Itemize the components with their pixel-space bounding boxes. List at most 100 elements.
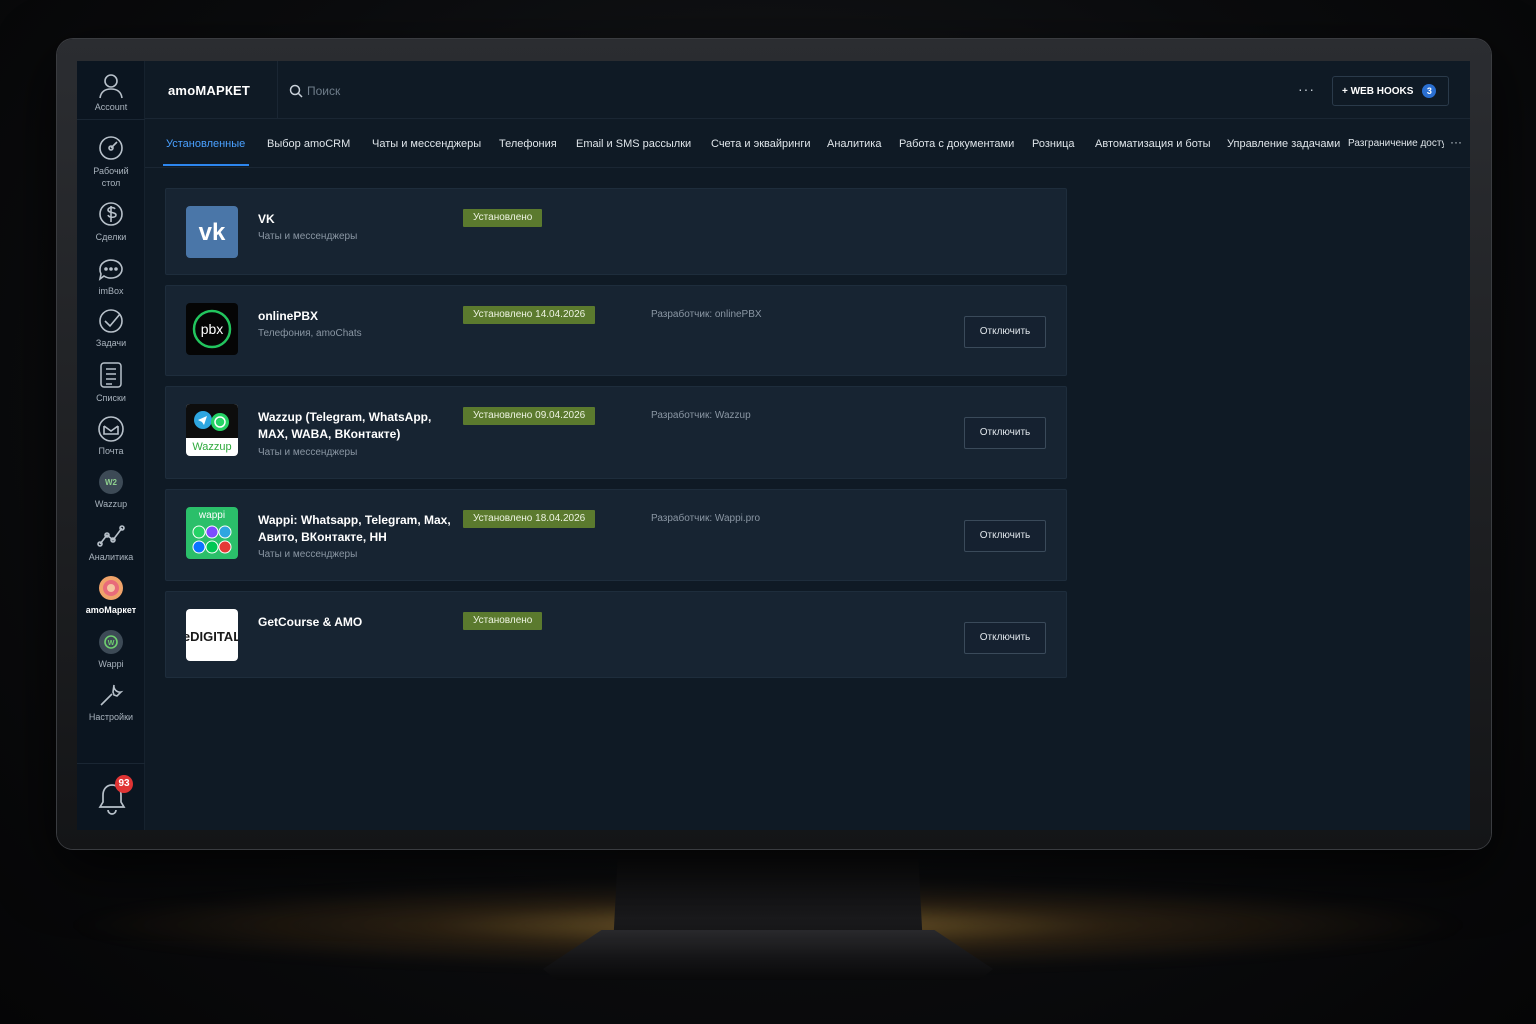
sidebar-divider (77, 119, 145, 120)
integration-category: Чаты и мессенджеры (258, 549, 358, 560)
active-tab-indicator (163, 164, 249, 166)
integration-card[interactable]: Wazzup Wazzup (Telegram, WhatsApp, MAX, … (165, 386, 1067, 479)
sidebar-item-label: Сделки (95, 232, 127, 242)
wazzup-logo-text: Wazzup (192, 441, 231, 453)
sidebar-item-lists[interactable]: Списки (77, 360, 145, 403)
edigital-logo: eDIGITAL (186, 609, 238, 661)
sidebar-account[interactable]: Account (77, 71, 145, 112)
wazzup-icon: W2 (99, 470, 123, 494)
sidebar-item-label: Списки (96, 393, 126, 403)
installed-status-badge: Установлено (463, 612, 543, 630)
sidebar-item-label: amoМаркет (85, 605, 137, 615)
installed-status-badge: Установлено 18.04.2026 (463, 510, 596, 528)
tab-email-sms[interactable]: Email и SMS рассылки (576, 138, 691, 150)
tab-retail[interactable]: Розница (1032, 138, 1075, 150)
integration-card[interactable]: vk VK Чаты и мессенджеры Установлено (165, 188, 1067, 275)
sidebar-item-mail[interactable]: Почта (77, 415, 145, 456)
sidebar-item-wazzup[interactable]: W2 Wazzup (77, 468, 145, 509)
developer-text: Разработчик: onlinePBX (651, 309, 762, 320)
web-hooks-button[interactable]: + WEB HOOKS 3 (1332, 76, 1449, 106)
disable-button[interactable]: Отключить (964, 417, 1046, 449)
tab-amocrm-choice[interactable]: Выбор amoCRM (267, 138, 350, 150)
disable-button[interactable]: Отключить (964, 622, 1046, 654)
integration-name: GetCourse & AMO (258, 615, 363, 629)
sidebar-item-deals[interactable]: Сделки (77, 199, 145, 242)
mail-icon (98, 416, 124, 442)
category-tabs: Установленные Выбор amoCRM Чаты и мессен… (145, 119, 1470, 168)
tab-task-management[interactable]: Управление задачами (1227, 138, 1340, 150)
integration-category: Чаты и мессенджеры (258, 447, 358, 458)
sidebar-item-amomarket[interactable]: amoМаркет (77, 574, 145, 615)
page-title: amoМАРКЕТ (168, 83, 250, 98)
integration-card[interactable]: eDIGITAL GetCourse & AMO Установлено Отк… (165, 591, 1067, 678)
account-user-icon (99, 74, 123, 99)
integration-name: Wappi: Whatsapp, Telegram, Max, Авито, В… (258, 513, 451, 544)
tab-automation-bots[interactable]: Автоматизация и боты (1095, 138, 1211, 150)
wappi-icon: W (99, 630, 123, 654)
disable-button[interactable]: Отключить (964, 520, 1046, 552)
sidebar-item-label: Почта (98, 446, 124, 456)
chat-bubble-icon (98, 259, 123, 281)
tab-chats-messengers[interactable]: Чаты и мессенджеры (372, 138, 481, 150)
wappi-logo: wappi (186, 507, 238, 559)
integration-name: VK (258, 212, 275, 226)
wappi-logo-text: wappi (198, 510, 225, 521)
tab-access-control[interactable]: Разграничение доступа (1348, 138, 1444, 149)
notifications-count-badge: 93 (115, 775, 133, 793)
sidebar-account-label: Account (94, 102, 128, 112)
tabs-more-button[interactable]: ··· (1450, 135, 1462, 149)
deals-dollar-icon (99, 202, 123, 226)
sidebar-item-label: Аналитика (88, 552, 134, 562)
installed-status-badge: Установлено 09.04.2026 (463, 407, 596, 425)
sidebar-item-label: Настройки (88, 712, 134, 722)
onlinepbx-logo-text: pbx (201, 321, 224, 337)
sidebar-item-label: Wappi (98, 659, 124, 669)
sidebar-item-analytics[interactable]: Аналитика (77, 521, 145, 562)
sidebar-divider (77, 763, 145, 764)
integration-name: Wazzup (Telegram, WhatsApp, MAX, WABA, В… (258, 410, 432, 441)
sidebar-item-label: Wazzup (94, 499, 128, 509)
tab-telephony[interactable]: Телефония (499, 138, 557, 150)
sidebar-item-dashboard[interactable]: Рабочий стол (77, 134, 145, 189)
integration-name: onlinePBX (258, 309, 319, 323)
sidebar-item-tasks[interactable]: Задачи (77, 307, 145, 348)
dashboard-gauge-icon (99, 136, 123, 160)
onlinepbx-logo: pbx (186, 303, 238, 355)
sidebar: Account Рабочий стол Сделки imBox Задачи… (77, 61, 145, 830)
installed-status-badge: Установлено 14.04.2026 (463, 306, 596, 324)
svg-text:W: W (108, 640, 115, 647)
lists-icon (100, 362, 122, 388)
integration-category: Телефония, amoChats (258, 328, 362, 339)
tab-analytics[interactable]: Аналитика (827, 138, 881, 150)
tasks-check-icon (99, 309, 123, 333)
more-options-button[interactable]: ··· (1298, 81, 1315, 97)
tab-installed[interactable]: Установленные (166, 138, 245, 150)
sidebar-item-settings[interactable]: Настройки (77, 681, 145, 722)
svg-text:vk: vk (199, 219, 226, 246)
app-screen: Account Рабочий стол Сделки imBox Задачи… (77, 61, 1470, 830)
tab-invoices-acquiring[interactable]: Счета и эквайринги (711, 138, 811, 150)
sidebar-item-label: imBox (98, 286, 124, 296)
disable-button[interactable]: Отключить (964, 316, 1046, 348)
top-header: amoМАРКЕТ ··· + WEB HOOKS 3 (145, 61, 1470, 119)
svg-text:W2: W2 (105, 478, 118, 487)
sidebar-item-wappi[interactable]: W Wappi (77, 628, 145, 669)
search-input[interactable] (307, 81, 607, 101)
developer-text: Разработчик: Wazzup (651, 410, 751, 421)
monitor-stand-base (543, 930, 993, 980)
integration-card[interactable]: wappi Wappi: Whatsapp, Telegram, Max, Ав… (165, 489, 1067, 581)
sidebar-item-label: Рабочий стол (93, 166, 129, 188)
wazzup-logo: Wazzup (186, 404, 238, 456)
developer-text: Разработчик: Wappi.pro (651, 513, 761, 524)
analytics-icon (97, 525, 125, 547)
vk-logo: vk (186, 206, 238, 258)
installed-status-badge: Установлено (463, 209, 543, 227)
integration-category: Чаты и мессенджеры (258, 231, 358, 242)
web-hooks-count-badge: 3 (1422, 84, 1437, 98)
search-icon (289, 84, 303, 98)
integration-card[interactable]: pbx onlinePBX Телефония, amoChats Устано… (165, 285, 1067, 376)
tab-documents[interactable]: Работа с документами (899, 138, 1014, 150)
web-hooks-label: + WEB HOOKS (1342, 85, 1414, 97)
header-divider (277, 61, 278, 119)
sidebar-item-imbox[interactable]: imBox (77, 255, 145, 296)
